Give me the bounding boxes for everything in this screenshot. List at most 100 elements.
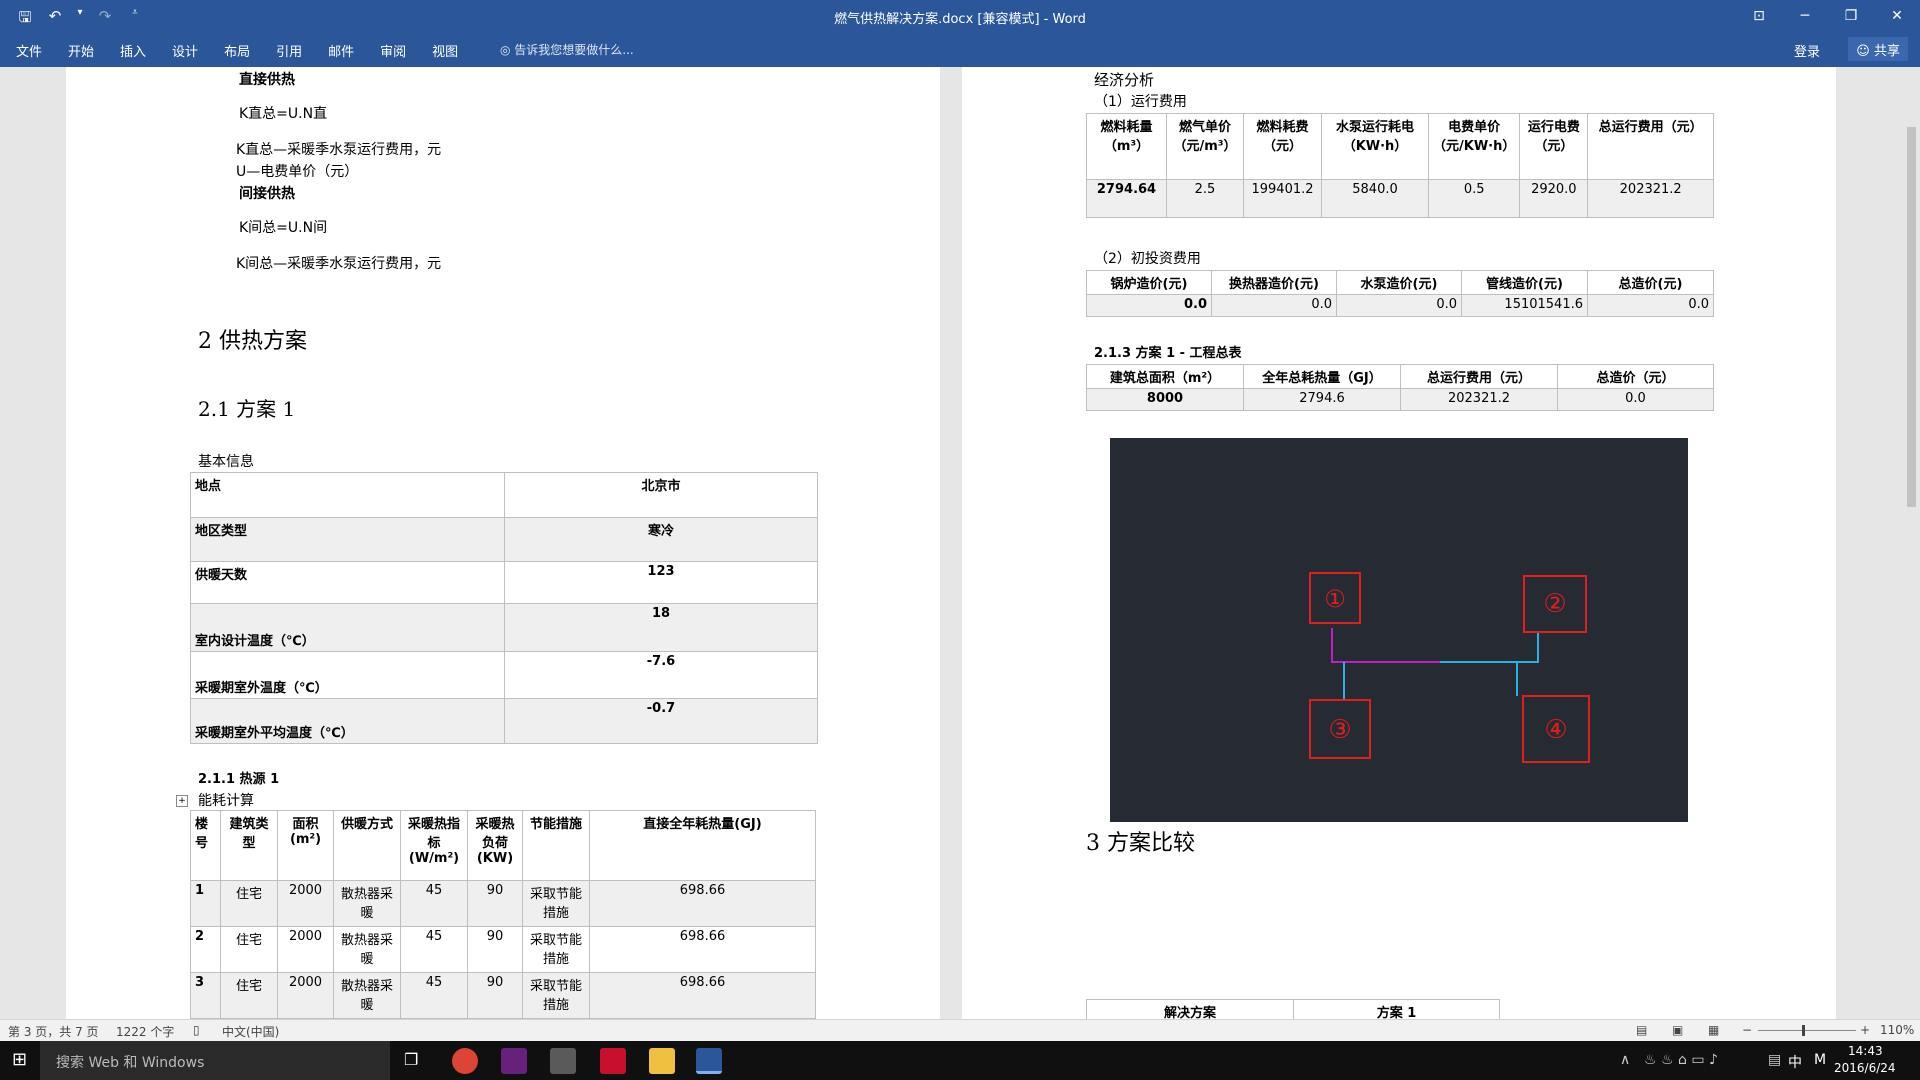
tab-mailings[interactable]: 邮件 bbox=[328, 41, 354, 60]
notification-icon[interactable]: ▤ bbox=[1768, 1052, 1781, 1068]
run-cell: 2920.0 bbox=[1519, 179, 1589, 218]
summary-cell: 202321.2 bbox=[1400, 388, 1558, 411]
tab-home[interactable]: 开始 bbox=[68, 41, 94, 60]
windows-start-icon[interactable]: ⊞ bbox=[12, 1049, 27, 1070]
info-value: 寒冷 bbox=[504, 517, 818, 562]
energy-calc-label: 能耗计算 bbox=[198, 793, 254, 809]
zoom-slider-thumb[interactable] bbox=[1802, 1025, 1805, 1036]
pipe-network-diagram[interactable]: ① ② ③ ④ bbox=[1110, 438, 1688, 822]
zoom-slider[interactable] bbox=[1758, 1030, 1856, 1031]
scrollbar-thumb[interactable] bbox=[1907, 127, 1916, 507]
energy-header: 楼号 bbox=[190, 810, 221, 881]
info-key: 采暖期室外平均温度（℃） bbox=[190, 698, 505, 744]
run-header: 燃料耗费（元） bbox=[1243, 113, 1322, 180]
tab-insert[interactable]: 插入 bbox=[120, 41, 146, 60]
energy-cell: 698.66 bbox=[589, 880, 816, 927]
zoom-in-icon[interactable]: + bbox=[1860, 1023, 1870, 1037]
restore-button[interactable]: ❐ bbox=[1828, 0, 1874, 33]
status-bar: 第 3 页，共 7 页 1222 个字 ▯ 中文(中国) ▤ ▣ ▦ − + 1… bbox=[0, 1019, 1920, 1041]
table-row: 0.0 0.0 0.0 15101541.6 0.0 bbox=[1086, 294, 1714, 317]
chrome-icon[interactable] bbox=[452, 1048, 478, 1074]
run-header: 燃料耗量（m³） bbox=[1086, 113, 1167, 180]
page-count[interactable]: 第 3 页，共 7 页 bbox=[8, 1023, 99, 1040]
lightbulb-icon: ◎ bbox=[500, 43, 515, 57]
energy-cell: 90 bbox=[467, 972, 523, 1019]
invest-header: 管线造价(元) bbox=[1461, 270, 1588, 295]
language[interactable]: 中文(中国) bbox=[222, 1023, 279, 1040]
app-icon[interactable] bbox=[550, 1048, 576, 1074]
zoom-level[interactable]: 110% bbox=[1880, 1023, 1914, 1037]
summary-cell: 2794.6 bbox=[1243, 388, 1401, 411]
web-layout-icon[interactable]: ▦ bbox=[1708, 1023, 1719, 1037]
task-view-icon[interactable]: ❐ bbox=[404, 1050, 418, 1069]
info-value: 18 bbox=[504, 603, 818, 652]
compare-table: 解决方案 方案 1 bbox=[1086, 999, 1500, 1019]
indirect-heading: 间接供热 bbox=[239, 186, 295, 202]
document-page-left[interactable]: 直接供热 K直总=U.N直 K直总—采暖季水泵运行费用，元 U—电费单价（元） … bbox=[66, 67, 940, 1019]
energy-cell: 2000 bbox=[277, 926, 334, 973]
energy-cell: 2000 bbox=[277, 972, 334, 1019]
summary-table: 建筑总面积（m²） 全年总耗热量（GJ） 总运行费用（元） 总造价（元） 800… bbox=[1086, 364, 1714, 411]
formula-direct: K直总=U.N直 bbox=[239, 106, 328, 122]
energy-cell: 698.66 bbox=[589, 972, 816, 1019]
zoom-out-icon[interactable]: − bbox=[1742, 1023, 1752, 1037]
tab-design[interactable]: 设计 bbox=[172, 41, 198, 60]
table-move-handle[interactable]: + bbox=[176, 795, 188, 807]
visual-studio-icon[interactable] bbox=[501, 1048, 527, 1074]
ribbon-display-icon[interactable]: ⊡ bbox=[1736, 0, 1782, 33]
invest-cell: 15101541.6 bbox=[1461, 294, 1588, 317]
file-explorer-icon[interactable] bbox=[649, 1048, 675, 1074]
login-link[interactable]: 登录 bbox=[1794, 41, 1820, 60]
tray-app-icons[interactable]: ♨ ♨ ⌂ ▭ ♪ bbox=[1644, 1052, 1718, 1068]
energy-cell: 散热器采暖 bbox=[333, 880, 401, 927]
run-header: 水泵运行耗电（KW·h） bbox=[1321, 113, 1429, 180]
energy-cell: 45 bbox=[400, 972, 468, 1019]
run-header: 运行电费（元） bbox=[1519, 113, 1589, 180]
ime-indicator[interactable]: 中 bbox=[1788, 1052, 1802, 1072]
tab-layout[interactable]: 布局 bbox=[224, 41, 250, 60]
tab-references[interactable]: 引用 bbox=[276, 41, 302, 60]
proofing-icon[interactable]: ▯ bbox=[193, 1023, 200, 1037]
invest-header: 换热器造价(元) bbox=[1211, 270, 1337, 295]
run-cell: 2.5 bbox=[1166, 179, 1244, 218]
heading-plan1: 2.1 方案 1 bbox=[198, 397, 296, 421]
clock-date[interactable]: 2016/6/24 bbox=[1834, 1061, 1896, 1075]
word-icon[interactable] bbox=[696, 1048, 722, 1074]
ime-mode[interactable]: M bbox=[1814, 1052, 1826, 1068]
tab-view[interactable]: 视图 bbox=[432, 41, 458, 60]
run-cell: 5840.0 bbox=[1321, 179, 1429, 218]
close-button[interactable]: ✕ bbox=[1874, 0, 1920, 33]
tab-review[interactable]: 审阅 bbox=[380, 41, 406, 60]
autocad-icon[interactable] bbox=[600, 1048, 626, 1074]
energy-table: 楼号 建筑类型 面积(m²) 供暖方式 采暖热指标(W/m²) 采暖热负荷(KW… bbox=[190, 810, 816, 1019]
clock-time[interactable]: 14:43 bbox=[1848, 1044, 1883, 1058]
read-mode-icon[interactable]: ▤ bbox=[1636, 1023, 1647, 1037]
run-header: 燃气单价（元/m³） bbox=[1166, 113, 1244, 180]
invest-header: 锅炉造价(元) bbox=[1086, 270, 1212, 295]
energy-header: 供暖方式 bbox=[333, 810, 401, 881]
tab-file[interactable]: 文件 bbox=[16, 41, 42, 60]
print-layout-icon[interactable]: ▣ bbox=[1672, 1023, 1683, 1037]
share-button[interactable]: ☺ 共享 bbox=[1848, 37, 1908, 61]
word-count[interactable]: 1222 个字 bbox=[116, 1023, 174, 1040]
pipe-cyan-right bbox=[1440, 633, 1539, 663]
energy-cell: 采取节能措施 bbox=[522, 926, 590, 973]
table-row: 2794.64 2.5 199401.2 5840.0 0.5 2920.0 2… bbox=[1086, 179, 1714, 218]
summary-heading: 2.1.3 方案 1 - 工程总表 bbox=[1094, 346, 1242, 361]
invest-header: 总造价(元) bbox=[1587, 270, 1714, 295]
summary-header: 建筑总面积（m²） bbox=[1086, 364, 1244, 389]
invest-cell: 0.0 bbox=[1336, 294, 1462, 317]
document-page-right[interactable]: 经济分析 （1）运行费用 燃料耗量（m³） 燃气单价（元/m³） 燃料耗费（元）… bbox=[962, 67, 1836, 1019]
search-box[interactable]: 搜索 Web 和 Windows bbox=[40, 1041, 390, 1080]
vertical-scrollbar[interactable] bbox=[1903, 67, 1920, 1019]
tray-expand-icon[interactable]: ∧ bbox=[1620, 1052, 1630, 1068]
title-bar: 🖫 ↶ ▾ ↷ ⩡ 燃气供热解决方案.docx [兼容模式] - Word ⊡ … bbox=[0, 0, 1920, 33]
invest-header: 水泵造价(元) bbox=[1336, 270, 1462, 295]
energy-cell: 3 bbox=[190, 972, 221, 1019]
invest-table: 锅炉造价(元) 换热器造价(元) 水泵造价(元) 管线造价(元) 总造价(元) … bbox=[1086, 270, 1714, 317]
energy-cell: 住宅 bbox=[220, 926, 278, 973]
tell-me-box[interactable]: ◎ 告诉我您想要做什么... bbox=[500, 41, 634, 58]
direct-heading: 直接供热 bbox=[239, 72, 295, 88]
energy-cell: 住宅 bbox=[220, 972, 278, 1019]
minimize-button[interactable]: ─ bbox=[1782, 0, 1828, 33]
